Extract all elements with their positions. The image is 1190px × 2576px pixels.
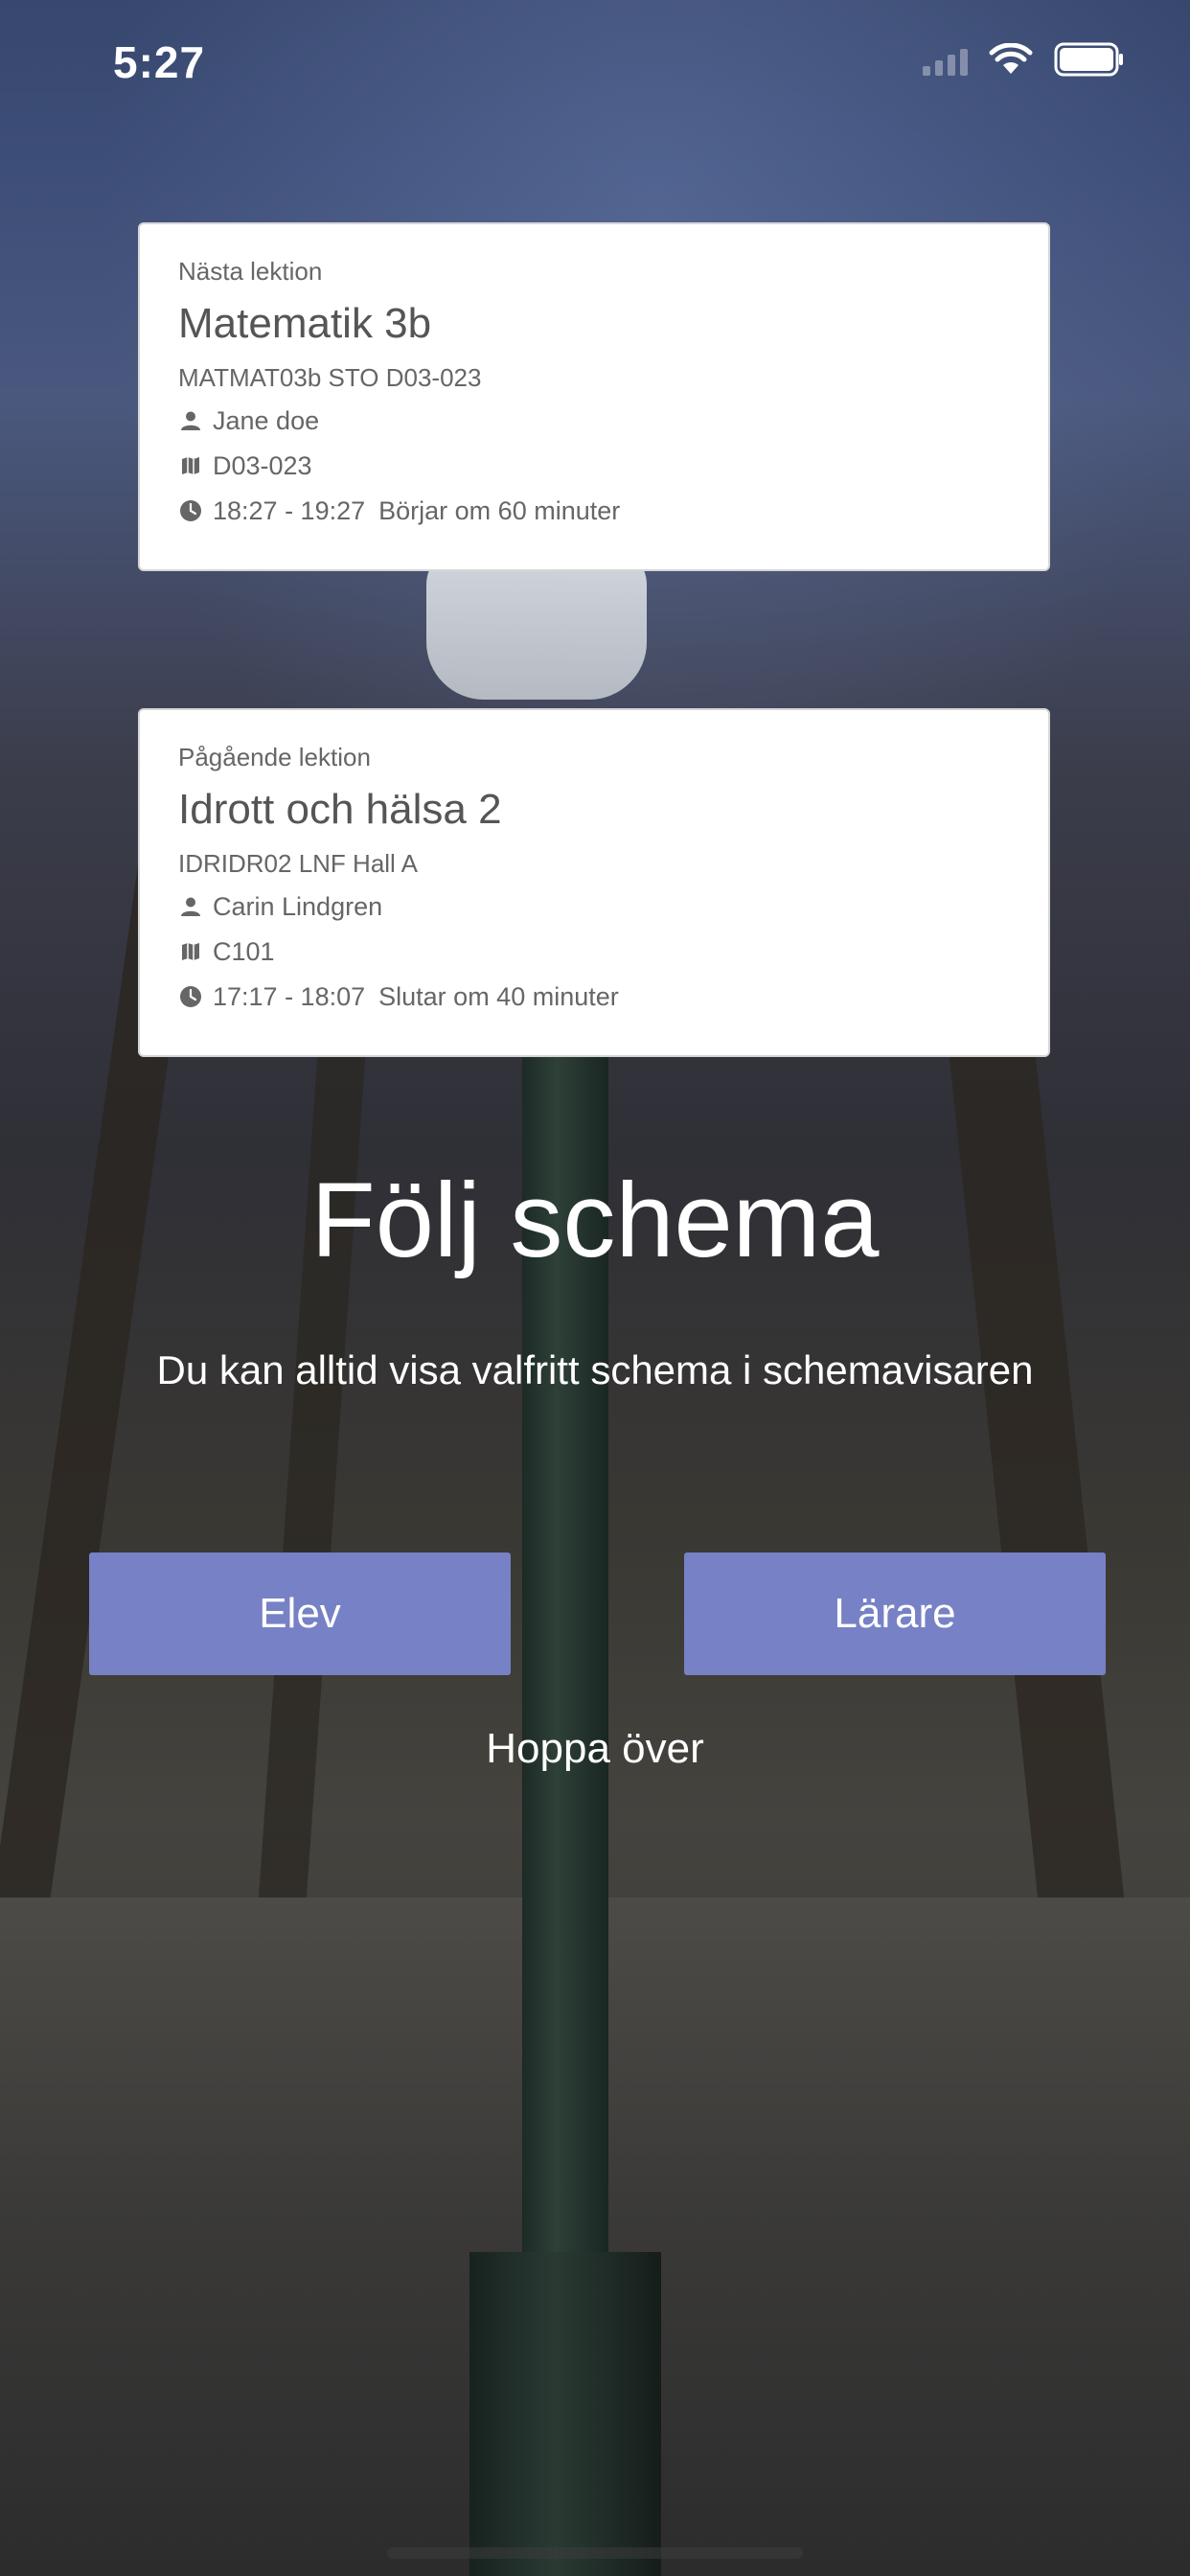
card-room: C101 [213, 936, 275, 966]
card-relative-time: Börjar om 60 minuter [378, 495, 621, 525]
card-time: 18:27 - 19:27 [213, 495, 366, 525]
card-time: 17:17 - 18:07 [213, 981, 366, 1011]
card-course-code: MATMAT03b STO D03-023 [178, 363, 482, 392]
status-bar: 5:27 [0, 0, 1190, 125]
status-icons [923, 42, 1125, 77]
card-time-row: 17:17 - 18:07 Slutar om 40 minuter [178, 980, 1010, 1013]
card-relative-time: Slutar om 40 minuter [378, 981, 619, 1011]
teacher-button[interactable]: Lärare [684, 1552, 1106, 1675]
page-subtitle: Du kan alltid visa valfritt schema i sch… [156, 1347, 1034, 1392]
person-icon [178, 894, 203, 919]
wifi-icon [989, 43, 1033, 76]
card-teacher-row: Jane doe [178, 404, 1010, 437]
current-lesson-card[interactable]: Pågående lektion Idrott och hälsa 2 IDRI… [138, 708, 1050, 1057]
card-title: Matematik 3b [178, 300, 432, 347]
person-icon [178, 408, 203, 433]
tree-trunk [254, 1006, 369, 1965]
student-button[interactable]: Elev [89, 1552, 511, 1675]
card-time-row: 18:27 - 19:27 Börjar om 60 minuter [178, 494, 1010, 527]
page-title: Följ schema [310, 1162, 880, 1279]
card-label: Nästa lektion [178, 257, 323, 286]
clock-icon [178, 984, 203, 1009]
lamp-pole-base [469, 2252, 661, 2576]
status-time: 5:27 [113, 37, 206, 87]
card-room: D03-023 [213, 450, 312, 480]
card-teacher: Carin Lindgren [213, 891, 383, 921]
cellular-signal-icon [923, 43, 968, 76]
card-course-code: IDRIDR02 LNF Hall A [178, 849, 418, 878]
map-icon [178, 453, 203, 478]
card-title: Idrott och hälsa 2 [178, 786, 502, 833]
skip-link[interactable]: Hoppa över [0, 1725, 1190, 1773]
card-room-row: D03-023 [178, 449, 1010, 482]
battery-icon [1054, 42, 1125, 77]
card-teacher: Jane doe [213, 405, 320, 435]
home-indicator[interactable] [387, 2547, 803, 2559]
card-teacher-row: Carin Lindgren [178, 890, 1010, 923]
card-room-row: C101 [178, 935, 1010, 968]
next-lesson-card[interactable]: Nästa lektion Matematik 3b MATMAT03b STO… [138, 222, 1050, 571]
clock-icon [178, 498, 203, 523]
map-icon [178, 939, 203, 964]
card-label: Pågående lektion [178, 743, 371, 771]
